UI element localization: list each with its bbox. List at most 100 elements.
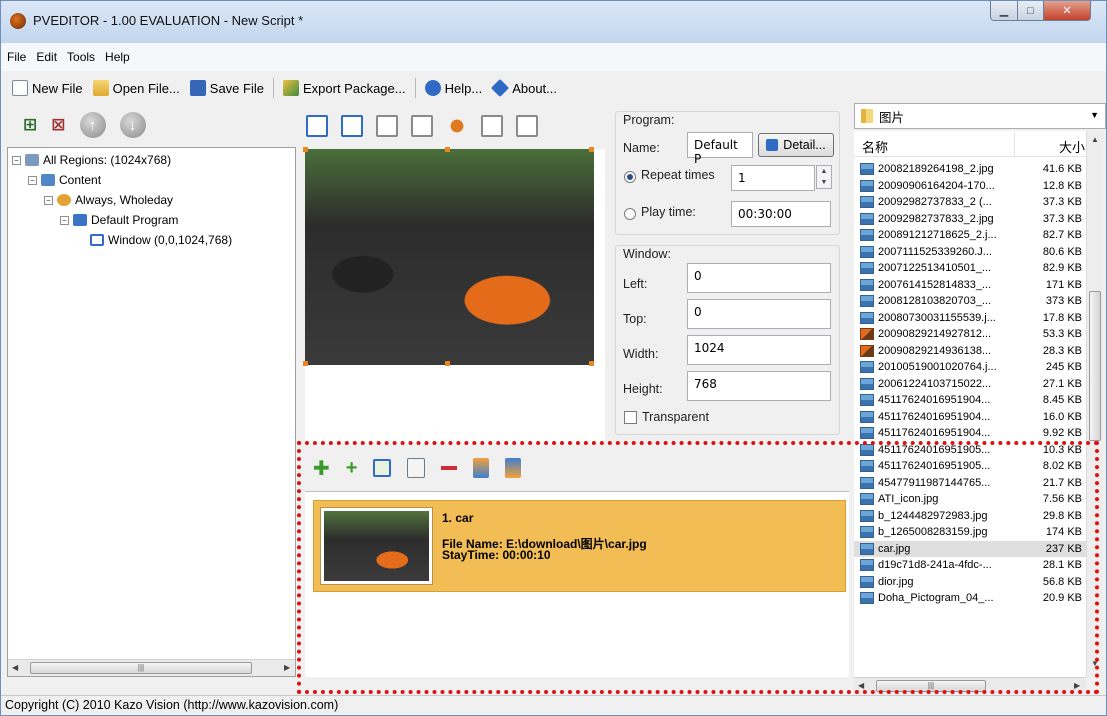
left-field[interactable]: 0 (687, 263, 831, 293)
new-file-button[interactable]: New File (7, 76, 88, 100)
menu-edit[interactable]: Edit (36, 50, 57, 64)
add-item-icon[interactable]: + (346, 457, 358, 480)
move-up-icon[interactable]: ↑ (79, 112, 106, 138)
add-window-icon[interactable] (306, 115, 328, 137)
help-button[interactable]: Help... (420, 76, 488, 100)
align-right-icon[interactable] (411, 115, 433, 137)
scrollbar-thumb[interactable]: ||| (876, 680, 986, 692)
collapse-icon[interactable]: − (60, 215, 69, 225)
tree-node-root[interactable]: − All Regions: (1024x768) (12, 150, 171, 170)
column-name-header[interactable]: 名称 (862, 137, 888, 156)
resize-handle[interactable] (303, 361, 308, 366)
file-list-hscrollbar[interactable]: ◀ ||| ▶ (854, 677, 1086, 694)
refresh-icon[interactable] (373, 459, 392, 477)
file-list-item[interactable]: 45117624016951904... 8.45 KB (854, 392, 1086, 409)
file-list-item[interactable]: 2007122513410501_... 82.9 KB (854, 260, 1086, 277)
column-size-header[interactable]: 大小 (1059, 137, 1085, 156)
transparent-checkbox[interactable] (624, 411, 637, 424)
resize-handle[interactable] (303, 147, 308, 152)
scrollbar-thumb[interactable]: ||| (30, 662, 252, 674)
add-node-icon[interactable]: ⊞ (23, 115, 37, 135)
file-list-item[interactable]: 45477911987144765... 21.7 KB (854, 475, 1086, 492)
title-bar[interactable]: PVEDITOR - 1.00 EVALUATION - New Script … (1, 1, 1106, 43)
repeat-spinner[interactable]: ▲ ▼ (816, 165, 832, 189)
split-horizontal-icon[interactable] (516, 115, 538, 137)
folder-dropdown[interactable]: 图片 ▼ (854, 103, 1106, 129)
file-list-item[interactable]: b_1244482972983.jpg 29.8 KB (854, 508, 1086, 525)
repeat-times-field[interactable]: 1 (731, 165, 815, 191)
file-list-vscrollbar[interactable]: ▲ ▼ (1086, 131, 1103, 677)
dropdown-arrow-icon[interactable]: ▼ (1090, 110, 1099, 120)
resize-handle[interactable] (589, 361, 594, 366)
file-list-item[interactable]: dior.jpg 56.8 KB (854, 574, 1086, 591)
file-list-item[interactable]: 20090829214936138... 28.3 KB (854, 343, 1086, 360)
align-left-icon[interactable] (376, 115, 398, 137)
collapse-icon[interactable]: − (12, 155, 21, 165)
top-field[interactable]: 0 (687, 299, 831, 329)
file-list-item[interactable]: 45117624016951904... 16.0 KB (854, 409, 1086, 426)
add-folder-icon[interactable]: ✚ (313, 456, 330, 481)
play-time-field[interactable]: 00:30:00 (731, 201, 831, 227)
file-list-item[interactable]: 20082189264198_2.jpg 41.6 KB (854, 161, 1086, 178)
close-button[interactable]: ✕ (1043, 1, 1091, 21)
detail-button[interactable]: Detail... (758, 133, 834, 157)
remove-item-icon[interactable] (441, 466, 458, 470)
playlist-item[interactable]: 1. car File Name: E:\download\图片\car.jpg… (313, 500, 846, 592)
file-list-item[interactable]: 2008128103820703_... 373 KB (854, 293, 1086, 310)
file-list-item[interactable]: 20092982737833_2.jpg 37.3 KB (854, 211, 1086, 228)
file-list-item[interactable]: 20061224103715022... 27.1 KB (854, 376, 1086, 393)
scroll-down-icon[interactable]: ▼ (1091, 659, 1099, 668)
scroll-left-icon[interactable]: ◀ (858, 681, 864, 690)
file-list-item[interactable]: 2007111525339260.J... 80.6 KB (854, 244, 1086, 261)
file-list-item[interactable]: d19c71d8-241a-4fdc-... 28.1 KB (854, 557, 1086, 574)
move-down-icon[interactable]: ↓ (119, 112, 146, 138)
file-list-item[interactable]: 2007614152814833_... 171 KB (854, 277, 1086, 294)
width-field[interactable]: 1024 (687, 335, 831, 365)
play-time-radio[interactable] (624, 208, 636, 220)
save-file-button[interactable]: Save File (185, 76, 269, 100)
maximize-button[interactable]: □ (1017, 1, 1044, 21)
resize-handle[interactable] (445, 147, 450, 152)
minimize-button[interactable]: ▁ (990, 1, 1018, 21)
tree-hscrollbar[interactable]: ◀ ||| ▶ (8, 659, 295, 676)
file-list-item[interactable]: 20090829214927812... 53.3 KB (854, 326, 1086, 343)
file-list-item[interactable]: 45117624016951904... 9.92 KB (854, 425, 1086, 442)
file-list-item[interactable]: 20090906164204-170... 12.8 KB (854, 178, 1086, 195)
export-package-button[interactable]: Export Package... (278, 76, 411, 100)
file-list-item[interactable]: b_1265008283159.jpg 174 KB (854, 524, 1086, 541)
resize-handle[interactable] (445, 361, 450, 366)
tree-node-program[interactable]: − Default Program (60, 210, 178, 230)
tree-node-content[interactable]: − Content (28, 170, 101, 190)
file-list-item[interactable]: ATI_icon.jpg 7.56 KB (854, 491, 1086, 508)
file-list-item[interactable]: 200891212718625_2.j... 82.7 KB (854, 227, 1086, 244)
menu-tools[interactable]: Tools (67, 50, 95, 64)
preview-image[interactable] (305, 149, 594, 365)
scrollbar-thumb[interactable] (1089, 291, 1101, 441)
program-name-field[interactable]: Default P (687, 132, 753, 166)
height-field[interactable]: 768 (687, 371, 831, 401)
move-item-up-icon[interactable] (473, 458, 490, 478)
file-list-item[interactable]: 20092982737833_2 (... 37.3 KB (854, 194, 1086, 211)
scroll-right-icon[interactable]: ▶ (1074, 681, 1080, 690)
about-button[interactable]: About... (487, 76, 562, 100)
tree-node-schedule[interactable]: − Always, Wholeday (44, 190, 173, 210)
delete-node-icon[interactable]: ⊠ (51, 115, 65, 135)
repeat-times-radio[interactable] (624, 171, 636, 183)
file-list-item[interactable]: 20080730031155539.j... 17.8 KB (854, 310, 1086, 327)
split-vertical-icon[interactable] (481, 115, 503, 137)
move-item-down-icon[interactable] (505, 458, 522, 478)
menu-help[interactable]: Help (105, 50, 130, 64)
scroll-right-icon[interactable]: ▶ (284, 663, 290, 672)
collapse-icon[interactable]: − (28, 175, 37, 185)
file-list-item[interactable]: car.jpg 237 KB (854, 540, 1086, 557)
file-list-item[interactable]: 20100519001020764.j... 245 KB (854, 359, 1086, 376)
tree-node-window[interactable]: Window (0,0,1024,768) (90, 230, 232, 250)
scroll-left-icon[interactable]: ◀ (12, 663, 18, 672)
center-icon[interactable] (446, 115, 468, 137)
collapse-icon[interactable]: − (44, 195, 53, 205)
file-list-item[interactable]: 45117624016951905... 10.3 KB (854, 442, 1086, 459)
file-list-item[interactable]: 45117624016951905... 8.02 KB (854, 458, 1086, 475)
properties-icon[interactable] (407, 458, 426, 478)
resize-handle[interactable] (589, 147, 594, 152)
delete-window-icon[interactable] (341, 115, 363, 137)
